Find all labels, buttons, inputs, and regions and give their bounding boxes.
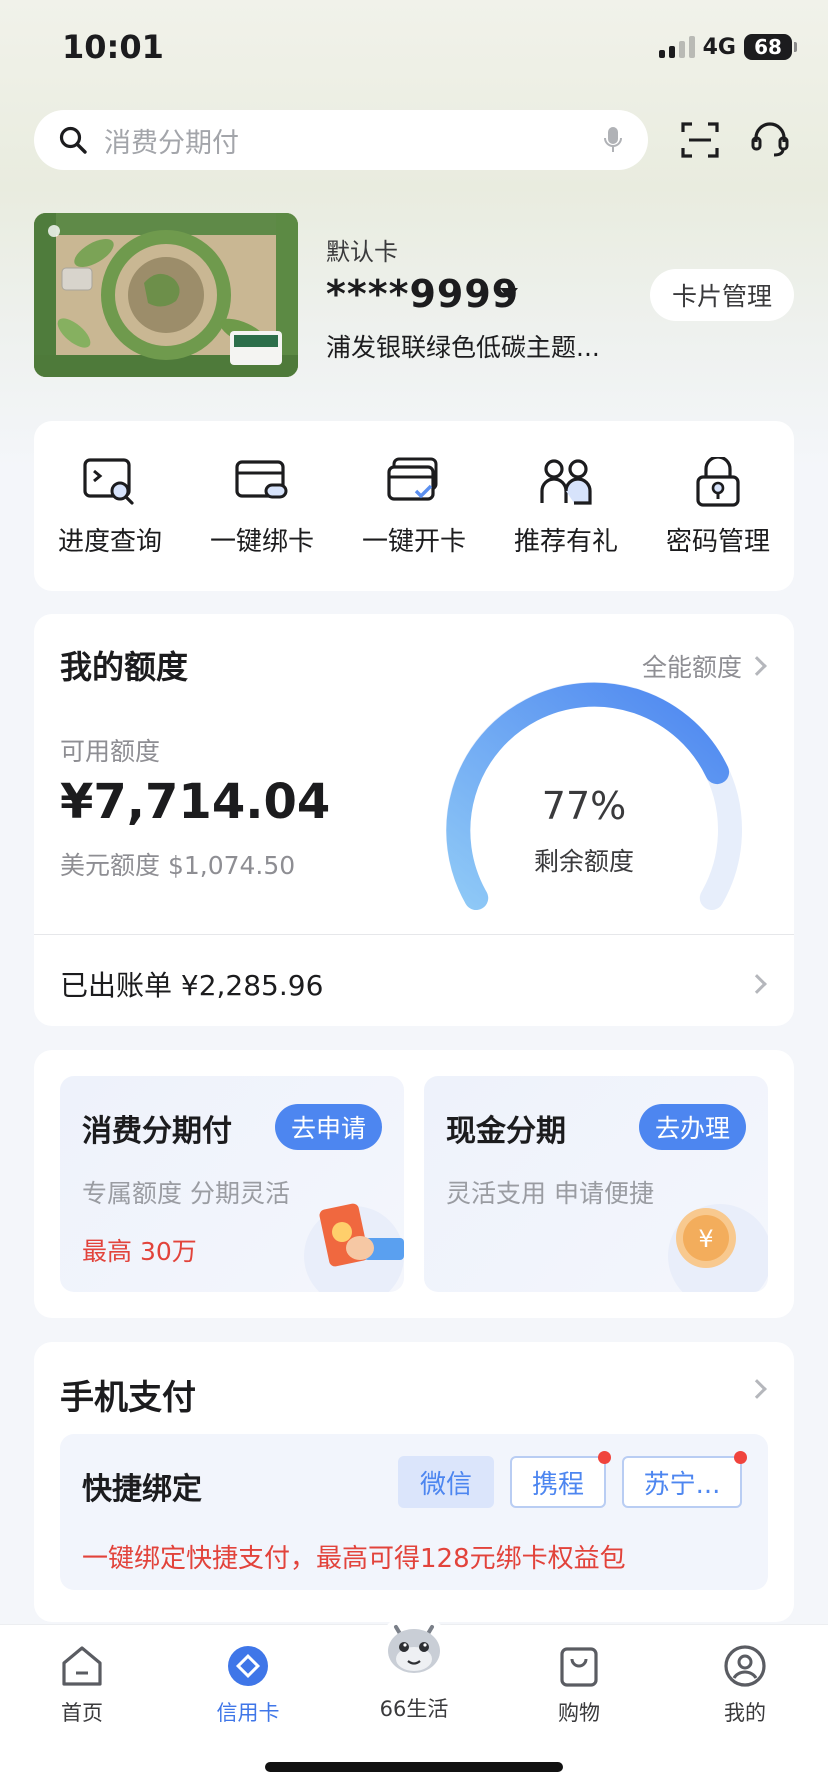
shortcut-refer-friends[interactable]: 推荐有礼: [496, 457, 636, 591]
credit-card-tab-icon: [228, 1646, 268, 1686]
shortcut-progress-query[interactable]: 进度查询: [40, 457, 180, 591]
tag-suning[interactable]: 苏宁...: [622, 1451, 747, 1508]
bind-card-icon: [235, 460, 288, 499]
installment-panel: 消费分期付 去申请 专属额度 分期灵活 最高 30万 现金分期 去办理 灵活支用…: [34, 1050, 794, 1318]
nav-shopping[interactable]: 购物: [519, 1643, 639, 1727]
shortcut-label: 进度查询: [57, 527, 162, 557]
progress-search-icon: [83, 458, 134, 505]
shortcut-bind-card[interactable]: 一键绑卡: [192, 457, 332, 591]
installment-subtitle: 专属额度 分期灵活: [82, 1179, 290, 1208]
shortcut-panel: 进度查询 一键绑卡 一键开卡 推荐有礼 密码管理: [34, 421, 794, 591]
battery-icon: 68: [744, 34, 797, 60]
signal-icon: [658, 36, 695, 58]
nav-mine[interactable]: 我的: [685, 1643, 805, 1727]
quick-bind-promo: 一键绑定快捷支付，最高可得128元绑卡权益包: [82, 1544, 626, 1574]
billed-statement[interactable]: 已出账单 ¥2,285.96: [60, 964, 323, 1004]
profile-icon: [724, 1645, 766, 1687]
status-time: 10:01: [62, 28, 164, 66]
card-number[interactable]: ****9999: [326, 272, 519, 316]
nav-label: 66生活: [379, 1697, 449, 1721]
divider: [34, 934, 794, 935]
red-envelope-hand-icon: [304, 1203, 404, 1292]
chevron-right-icon[interactable]: [747, 1379, 767, 1399]
nav-label: 首页: [61, 1701, 103, 1725]
nav-label: 购物: [558, 1701, 600, 1725]
dragon-mascot-icon: [378, 1613, 450, 1685]
svg-text:¥: ¥: [698, 1225, 713, 1253]
search-icon: [59, 126, 87, 154]
search-placeholder: 消费分期付: [104, 127, 239, 159]
coin-icon: ¥: [668, 1204, 768, 1292]
scan-icon[interactable]: [676, 116, 724, 164]
tag-label: 携程: [531, 1469, 584, 1500]
refer-friends-icon: [540, 459, 592, 505]
shortcut-label: 密码管理: [665, 527, 770, 557]
installment-highlight: 最高 30万: [82, 1237, 197, 1266]
customer-service-icon[interactable]: [746, 116, 794, 164]
installment-subtitle: 灵活支用 申请便捷: [446, 1179, 654, 1208]
chevron-right-icon[interactable]: [747, 656, 767, 676]
home-indicator: [265, 1762, 563, 1772]
apply-button[interactable]: 去申请: [274, 1104, 382, 1150]
usd-credit-line: 美元额度 $1,074.50: [60, 851, 296, 880]
shortcut-password-manage[interactable]: 密码管理: [648, 457, 788, 591]
shortcut-open-card[interactable]: 一键开卡: [344, 457, 484, 591]
quick-bind-title: 快捷绑定: [82, 1472, 202, 1507]
shortcut-label: 一键绑卡: [209, 527, 314, 557]
status-indicators: 4G 68: [658, 34, 797, 60]
mobile-pay-title: 手机支付: [60, 1378, 196, 1418]
remaining-percent: 77%: [541, 784, 627, 828]
tag-ctrip[interactable]: 携程: [510, 1451, 611, 1508]
shopping-bag-icon: [560, 1647, 598, 1687]
mobile-pay-panel: 手机支付 快捷绑定 微信 携程 苏宁... 一键绑定快捷支付，最高可得128元绑…: [34, 1342, 794, 1622]
card-product-name: 浦发银联绿色低碳主题...: [326, 333, 600, 362]
credit-card-page: 10:01 4G 68 消费分期付 默认卡 ****9999 浦发银联绿色低碳主…: [0, 0, 828, 1792]
nav-66-life[interactable]: 66生活: [354, 1605, 474, 1723]
open-card-icon: [387, 457, 438, 501]
available-credit-label: 可用额度: [60, 737, 161, 766]
notification-dot: [598, 1451, 611, 1464]
quick-bind-box[interactable]: 快捷绑定 微信 携程 苏宁... 一键绑定快捷支付，最高可得128元绑卡权益包: [60, 1434, 768, 1590]
tag-label: 苏宁...: [643, 1469, 721, 1500]
home-icon: [62, 1646, 102, 1686]
network-type: 4G: [702, 34, 736, 60]
credit-title: 我的额度: [60, 648, 189, 686]
chevron-right-icon[interactable]: [747, 974, 767, 994]
notification-dot: [734, 1451, 747, 1464]
search-bar[interactable]: 消费分期付: [34, 110, 648, 170]
card-manage-button[interactable]: 卡片管理: [650, 269, 794, 321]
handle-button[interactable]: 去办理: [638, 1104, 746, 1150]
card-image[interactable]: [34, 213, 298, 377]
credit-limit-panel: 我的额度 全能额度 可用额度 ¥7,714.04 美元额度 $1,074.50 …: [34, 614, 794, 1026]
password-lock-icon: [696, 457, 740, 507]
nav-credit-card[interactable]: 信用卡: [188, 1643, 308, 1727]
shortcut-label: 推荐有礼: [513, 527, 618, 557]
nav-home[interactable]: 首页: [22, 1643, 142, 1727]
consumer-installment-card[interactable]: 消费分期付 去申请 专属额度 分期灵活 最高 30万: [60, 1076, 404, 1292]
tag-wechat[interactable]: 微信: [398, 1456, 494, 1508]
nav-label: 信用卡: [216, 1701, 280, 1725]
caret-down-icon[interactable]: [500, 288, 518, 299]
installment-title: 现金分期: [446, 1114, 566, 1149]
all-credit-link[interactable]: 全能额度: [642, 648, 742, 684]
available-credit-amount: ¥7,714.04: [60, 774, 331, 830]
nav-label: 我的: [724, 1701, 766, 1725]
default-card-label: 默认卡: [326, 238, 398, 266]
cash-installment-card[interactable]: 现金分期 去办理 灵活支用 申请便捷 ¥: [424, 1076, 768, 1292]
shortcut-label: 一键开卡: [361, 527, 466, 557]
microphone-icon[interactable]: [602, 125, 624, 155]
remaining-label: 剩余额度: [533, 847, 634, 876]
installment-title: 消费分期付: [82, 1114, 232, 1149]
